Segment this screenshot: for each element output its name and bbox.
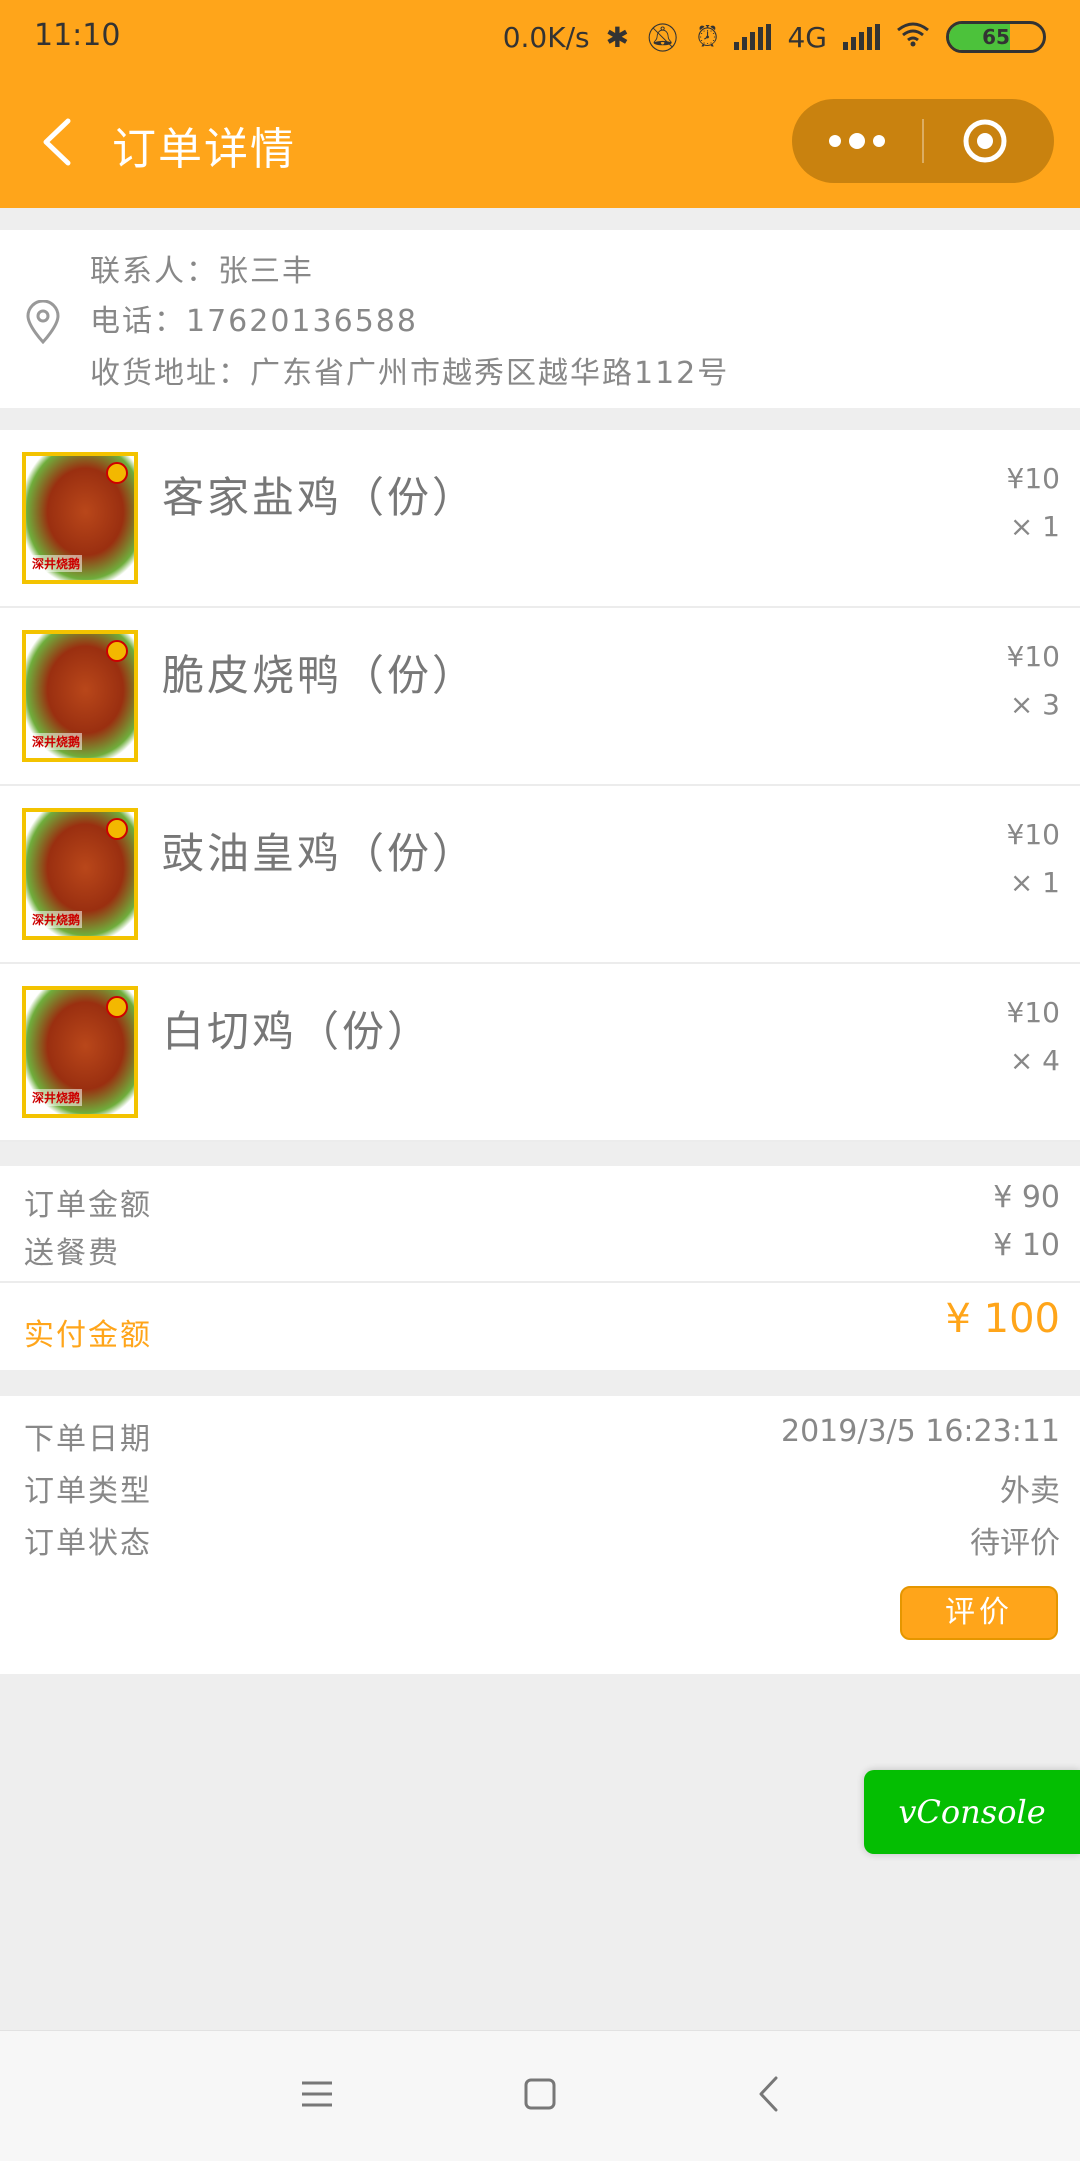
address-card[interactable]: 联系人：张三丰 电话：17620136588 收货地址：广东省广州市越秀区越华路… [0, 230, 1080, 408]
vconsole-button[interactable]: vConsole [864, 1770, 1080, 1854]
capsule-divider [922, 119, 924, 163]
food-image: 深井烧鹅 [22, 808, 138, 940]
order-amount-label: 订单金额 [24, 1188, 152, 1223]
delivery-fee-label: 送餐费 [24, 1236, 120, 1271]
item-name: 客家盐鸡（份） [162, 473, 478, 522]
more-menu-button[interactable] [792, 99, 922, 183]
close-target-icon[interactable] [962, 118, 1008, 164]
order-status-label: 订单状态 [24, 1526, 152, 1561]
menu-icon[interactable] [300, 2079, 334, 2109]
item-price: ¥10 [1006, 996, 1060, 1029]
alarm-icon: ⏰︎ [696, 20, 719, 53]
order-status-row: 订单状态 待评价 [24, 1518, 1060, 1562]
status-icons: 0.0K/s ✱ 🔕︎ ⏰︎ 4G 65 [503, 14, 1046, 60]
mute-icon: 🔕︎ [645, 20, 681, 54]
order-item: 深井烧鹅 脆皮烧鸭（份） ¥10 × 3 [0, 608, 1080, 786]
mini-program-capsule [792, 99, 1054, 183]
order-type-label: 订单类型 [24, 1474, 152, 1509]
top-bar: 11:10 0.0K/s ✱ 🔕︎ ⏰︎ 4G 65 订单详情 [0, 0, 1080, 208]
food-image: 深井烧鹅 [22, 986, 138, 1118]
wifi-icon [896, 21, 930, 54]
item-quantity: × 1 [1009, 866, 1060, 899]
order-info: 下单日期 2019/3/5 16:23:11 订单类型 外卖 订单状态 待评价 … [0, 1396, 1080, 1674]
order-status-value: 待评价 [970, 1526, 1060, 1561]
delivery-address: 收货地址：广东省广州市越秀区越华路112号 [90, 356, 730, 391]
paid-amount-value: ¥ 100 [945, 1296, 1060, 1342]
contact-phone: 电话：17620136588 [90, 304, 418, 339]
order-date-row: 下单日期 2019/3/5 16:23:11 [24, 1414, 1060, 1458]
order-date-value: 2019/3/5 16:23:11 [780, 1414, 1060, 1449]
nav-bar: 订单详情 [0, 75, 1080, 208]
system-nav-bar [0, 2030, 1080, 2161]
order-type-row: 订单类型 外卖 [24, 1466, 1060, 1510]
item-price: ¥10 [1006, 818, 1060, 851]
page-title: 订单详情 [112, 124, 296, 175]
delivery-fee-value: ¥ 10 [993, 1228, 1060, 1263]
food-image: 深井烧鹅 [22, 630, 138, 762]
item-quantity: × 1 [1009, 510, 1060, 543]
status-time: 11:10 [34, 18, 121, 53]
order-amount-row: 订单金额 ¥ 90 [24, 1180, 1060, 1224]
item-name: 豉油皇鸡（份） [162, 829, 478, 878]
net-speed: 0.0K/s [502, 20, 590, 54]
payment-summary: 订单金额 ¥ 90 送餐费 ¥ 10 实付金额 ¥ 100 [0, 1166, 1080, 1370]
order-date-label: 下单日期 [24, 1422, 152, 1457]
home-icon[interactable] [523, 2077, 557, 2111]
divider [0, 1281, 1080, 1283]
contact-name: 联系人：张三丰 [90, 254, 314, 289]
order-amount-value: ¥ 90 [993, 1180, 1060, 1215]
order-item: 深井烧鹅 客家盐鸡（份） ¥10 × 1 [0, 430, 1080, 608]
system-back-icon[interactable] [756, 2075, 780, 2113]
order-items: 深井烧鹅 客家盐鸡（份） ¥10 × 1 深井烧鹅 脆皮烧鸭（份） ¥10 × … [0, 430, 1080, 1142]
status-bar: 11:10 0.0K/s ✱ 🔕︎ ⏰︎ 4G 65 [0, 0, 1080, 75]
order-item: 深井烧鹅 白切鸡（份） ¥10 × 4 [0, 964, 1080, 1142]
item-name: 脆皮烧鸭（份） [162, 651, 478, 700]
paid-amount-label: 实付金额 [24, 1318, 152, 1353]
signal-icon [734, 24, 772, 50]
order-type-value: 外卖 [1000, 1474, 1060, 1509]
delivery-fee-row: 送餐费 ¥ 10 [24, 1228, 1060, 1272]
location-pin-icon [26, 300, 60, 344]
order-item: 深井烧鹅 豉油皇鸡（份） ¥10 × 1 [0, 786, 1080, 964]
item-name: 白切鸡（份） [162, 1007, 433, 1056]
food-image: 深井烧鹅 [22, 452, 138, 584]
rate-button[interactable]: 评价 [900, 1586, 1058, 1640]
battery-icon: 65 [946, 21, 1046, 53]
signal-icon-2 [843, 24, 880, 50]
battery-level: 65 [982, 25, 1010, 49]
item-quantity: × 4 [1009, 1044, 1060, 1077]
item-price: ¥10 [1006, 640, 1060, 673]
item-price: ¥10 [1006, 462, 1060, 495]
bluetooth-icon: ✱ [605, 20, 630, 54]
back-arrow-icon[interactable] [38, 117, 74, 167]
network-type: 4G [787, 20, 827, 54]
item-quantity: × 3 [1009, 688, 1060, 721]
